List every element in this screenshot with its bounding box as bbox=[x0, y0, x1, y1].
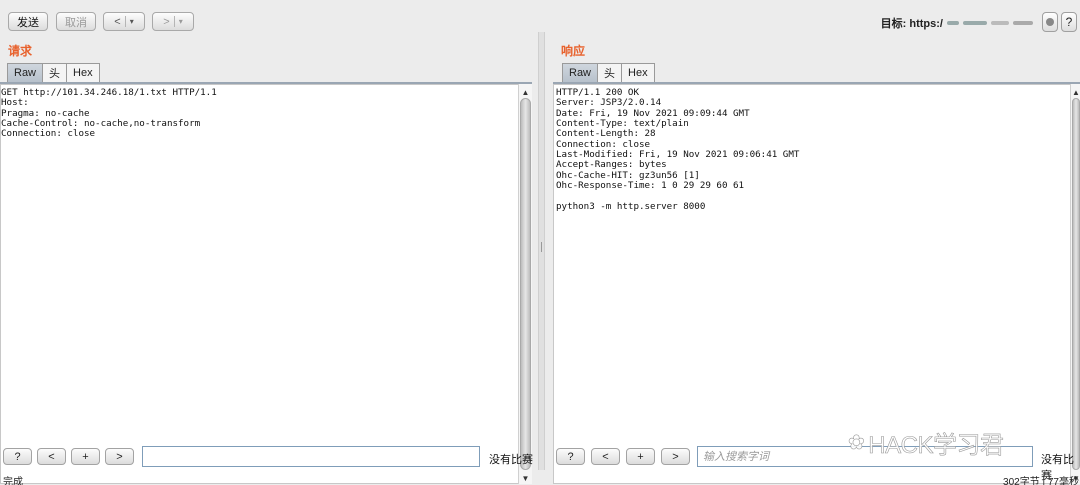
response-tabs: Raw 头 Hex bbox=[562, 63, 655, 82]
help-icon: ? bbox=[1065, 15, 1073, 29]
tab-headers[interactable]: 头 bbox=[597, 63, 623, 82]
request-panel: 请求 Raw 头 Hex GET http://101.34.246.18/1.… bbox=[0, 42, 538, 484]
response-title: 响应 bbox=[561, 44, 586, 58]
wechat-icon: ✿ bbox=[848, 432, 865, 455]
tab-headers[interactable]: 头 bbox=[42, 63, 68, 82]
search-prev-button[interactable]: < bbox=[591, 448, 620, 465]
response-line: Ohc-Response-Time: 1 0 29 29 60 61 bbox=[556, 180, 745, 192]
response-stats: 302字节 | 77毫秒 bbox=[1003, 477, 1079, 485]
scroll-thumb[interactable] bbox=[520, 98, 531, 470]
plus-icon: + bbox=[637, 450, 644, 463]
request-tabs: Raw 头 Hex bbox=[7, 63, 100, 82]
scroll-up-icon[interactable]: ▲ bbox=[519, 86, 532, 98]
target-label: 目标: https:/ bbox=[881, 15, 1033, 31]
scroll-thumb[interactable] bbox=[1072, 98, 1080, 470]
search-options-button[interactable]: + bbox=[71, 448, 100, 465]
help-icon: ? bbox=[567, 450, 574, 463]
dropdown-icon: ▾ bbox=[178, 17, 183, 26]
tab-hex[interactable]: Hex bbox=[621, 63, 655, 82]
status-text: 完成 bbox=[3, 477, 23, 485]
status-bar: 完成 302字节 | 77毫秒 bbox=[0, 470, 1080, 485]
request-scrollbar[interactable]: ▲ ▼ bbox=[518, 84, 532, 484]
redacted-host bbox=[947, 21, 959, 25]
search-next-button[interactable]: > bbox=[661, 448, 690, 465]
response-body: HTTP/1.1 200 OK Server: JSP3/2.0.14 Date: … bbox=[554, 85, 1070, 212]
dropdown-icon: ▾ bbox=[129, 17, 134, 26]
tab-raw[interactable]: Raw bbox=[7, 63, 44, 82]
cancel-button[interactable]: 取消 bbox=[56, 12, 96, 31]
chevron-right-icon: > bbox=[116, 450, 123, 463]
response-scrollbar[interactable]: ▲ ▼ bbox=[1070, 84, 1080, 484]
search-input[interactable] bbox=[142, 446, 480, 467]
chevron-left-icon: < bbox=[602, 450, 609, 463]
search-prev-button[interactable]: < bbox=[37, 448, 66, 465]
chevron-left-icon: < bbox=[48, 450, 55, 463]
request-line: Connection: close bbox=[1, 128, 96, 140]
search-options-button[interactable]: + bbox=[626, 448, 655, 465]
help-button[interactable]: ? bbox=[1061, 12, 1077, 32]
match-count: 没有比赛 bbox=[489, 454, 533, 466]
forward-button[interactable]: > ▾ bbox=[152, 12, 194, 31]
search-next-button[interactable]: > bbox=[105, 448, 134, 465]
chevron-right-icon: > bbox=[672, 450, 679, 463]
help-icon: ? bbox=[14, 450, 21, 463]
scroll-up-icon[interactable]: ▲ bbox=[1071, 86, 1080, 98]
request-line: GET http://101.34.246.18/1.txt HTTP/1.1 bbox=[1, 87, 217, 98]
request-search-bar: ? < + > 没有比赛 bbox=[0, 446, 538, 468]
search-help-button[interactable]: ? bbox=[556, 448, 585, 465]
watermark: ✿ HACK学习君 bbox=[848, 432, 1005, 460]
search-help-button[interactable]: ? bbox=[3, 448, 32, 465]
forward-arrow-icon: > bbox=[163, 15, 170, 28]
tab-hex[interactable]: Hex bbox=[66, 63, 100, 82]
response-panel: 响应 Raw 头 Hex HTTP/1.1 200 OK Server: JSP3… bbox=[553, 42, 1080, 484]
request-body: GET http://101.34.246.18/1.txt HTTP/1.1 H… bbox=[1, 85, 518, 140]
tab-raw[interactable]: Raw bbox=[562, 63, 599, 82]
response-line: python3 -m http.server 8000 bbox=[556, 200, 706, 212]
back-arrow-icon: < bbox=[114, 15, 121, 28]
plus-icon: + bbox=[82, 450, 89, 463]
send-button[interactable]: 发送 bbox=[8, 12, 48, 31]
request-editor[interactable]: GET http://101.34.246.18/1.txt HTTP/1.1 H… bbox=[0, 84, 518, 484]
request-title: 请求 bbox=[8, 44, 33, 58]
back-button[interactable]: < ▾ bbox=[103, 12, 145, 31]
edit-target-button[interactable] bbox=[1042, 12, 1058, 32]
split-divider[interactable] bbox=[538, 32, 545, 470]
pencil-icon bbox=[1046, 18, 1054, 26]
response-editor[interactable]: HTTP/1.1 200 OK Server: JSP3/2.0.14 Date: … bbox=[553, 84, 1070, 484]
